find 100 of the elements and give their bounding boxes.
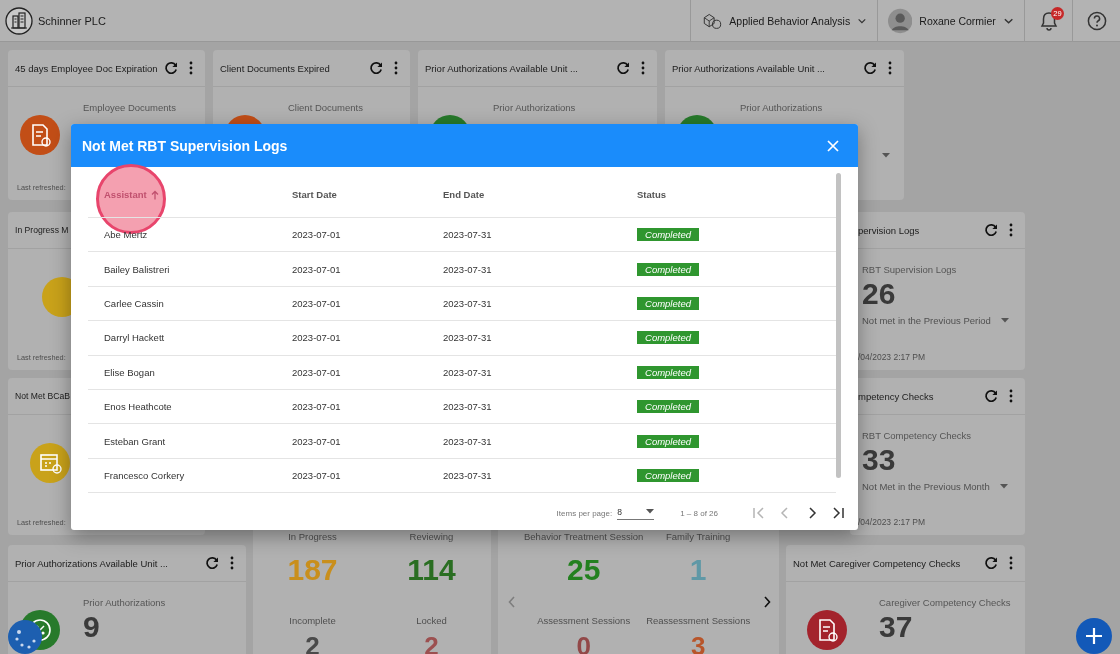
metric-label: Prior Authorizations: [493, 101, 577, 115]
stat-value: 114: [407, 553, 456, 587]
table-cell-text: 2023-07-31: [442, 229, 493, 241]
table-cell-text: Enos Heathcote: [103, 401, 173, 413]
table-cell-text: 2023-07-01: [291, 469, 342, 481]
scrollbar[interactable]: [836, 173, 841, 478]
period-label: Not Met in the Previous Month: [862, 481, 990, 492]
caret-down-icon[interactable]: [999, 484, 1008, 489]
metric-label: Prior Authorizations: [740, 101, 824, 115]
status-badge: Completed: [637, 434, 699, 448]
add-button[interactable]: [1076, 618, 1112, 654]
help-icon[interactable]: [1086, 10, 1107, 31]
refresh-icon[interactable]: [984, 223, 998, 237]
program-selector[interactable]: Applied Behavior Analysis: [690, 0, 877, 42]
menu-icon[interactable]: [189, 61, 193, 75]
card-title: Not Met BCaB: [15, 391, 70, 401]
table-cell-text: 2023-07-01: [291, 366, 342, 378]
dialog-title: Not Met RBT Supervision Logs: [82, 137, 288, 154]
column-header[interactable]: End Date: [427, 189, 621, 200]
refresh-icon[interactable]: [863, 61, 877, 75]
last-refreshed-text: /04/2023 2:17 PM: [858, 352, 926, 362]
card-title: mpetency Checks: [858, 390, 934, 402]
refresh-icon[interactable]: [616, 61, 630, 75]
caret-down-icon[interactable]: [882, 153, 890, 158]
refresh-icon[interactable]: [205, 556, 219, 570]
status-badge: Completed: [637, 262, 699, 276]
status-badge: Completed: [637, 468, 699, 482]
refresh-icon[interactable]: [984, 556, 998, 570]
card-title: Not Met Caregiver Competency Checks: [793, 557, 961, 569]
metric-label: Employee Documents: [83, 101, 177, 115]
table-cell-text: 2023-07-01: [291, 297, 342, 309]
table-cell-text: 2023-07-31: [442, 469, 493, 481]
metric-value: 9: [83, 610, 101, 644]
items-per-page-label: Items per page:: [556, 508, 613, 518]
metric-value: 37: [879, 610, 914, 644]
metric-label: RBT Supervision Logs: [862, 263, 958, 277]
stat-label: Reviewing: [409, 530, 454, 544]
table-cell-text: 2023-07-01: [291, 332, 342, 344]
table-cell-text: 2023-07-01: [291, 401, 342, 413]
caret-down-icon[interactable]: [1000, 318, 1009, 323]
close-icon[interactable]: [827, 139, 839, 152]
stat-label: Assessment Sessions: [537, 614, 631, 628]
menu-icon[interactable]: [888, 61, 892, 75]
column-header[interactable]: Status: [621, 189, 836, 200]
company-name: Schinner PLC: [38, 14, 106, 27]
caret-down-icon: [646, 509, 655, 515]
card-title: 45 days Employee Doc Expiration: [15, 62, 158, 74]
dots-button[interactable]: [8, 620, 42, 654]
menu-icon[interactable]: [1009, 223, 1013, 237]
table-cell-text: 2023-07-31: [442, 332, 493, 344]
table-cell-text: 2023-07-31: [442, 401, 493, 413]
table-cell-text: Esteban Grant: [103, 435, 167, 447]
stat-value: 187: [287, 553, 338, 587]
company-logo[interactable]: [5, 6, 33, 35]
metric-value: 33: [862, 443, 897, 477]
menu-icon[interactable]: [230, 556, 234, 570]
stat-label: Behavior Treatment Session: [524, 530, 644, 544]
page-size-select[interactable]: 8: [617, 506, 655, 520]
status-badge: Completed: [637, 365, 699, 379]
menu-icon[interactable]: [641, 61, 645, 75]
menu-icon[interactable]: [394, 61, 398, 75]
period-label: Not met in the Previous Period: [862, 315, 991, 326]
last-refreshed-text: /04/2023 2:17 PM: [858, 517, 926, 527]
stat-label: Reassessment Sessions: [646, 614, 751, 628]
card-title: Client Documents Expired: [220, 62, 330, 74]
stat-label: Family Training: [665, 530, 731, 544]
stat-value: 25: [567, 553, 601, 587]
user-menu[interactable]: Roxane Cormier: [877, 0, 1024, 42]
menu-icon[interactable]: [1009, 556, 1013, 570]
table-cell-text: Darryl Hackett: [103, 332, 166, 344]
avatar-icon: [888, 7, 913, 34]
metric-label: Prior Authorizations: [83, 596, 167, 610]
stat-label: Locked: [416, 614, 447, 628]
card-title: In Progress M: [15, 225, 69, 235]
metric-value: 26: [862, 277, 897, 311]
status-badge: Completed: [637, 228, 699, 242]
metric-label: RBT Competency Checks: [862, 429, 973, 443]
status-badge: Completed: [637, 296, 699, 310]
metric-label: Client Documents: [288, 101, 364, 115]
status-badge: Completed: [637, 400, 699, 414]
card-title: pervision Logs: [858, 224, 920, 236]
refresh-icon[interactable]: [984, 389, 998, 403]
table-cell-text: 2023-07-01: [291, 229, 342, 241]
menu-icon[interactable]: [1009, 389, 1013, 403]
chevron-right-icon[interactable]: [763, 596, 771, 608]
refresh-icon[interactable]: [164, 61, 178, 75]
table-cell-text: Elise Bogan: [103, 366, 156, 378]
card-title: Prior Authorizations Available Unit ...: [15, 557, 168, 569]
stat-value: 1: [689, 553, 707, 587]
column-header[interactable]: Start Date: [276, 189, 427, 200]
last-page-button[interactable]: [832, 506, 846, 521]
stat-label: Incomplete: [289, 614, 336, 628]
stat-label: In Progress: [288, 530, 337, 544]
table-cell-text: 2023-07-31: [442, 435, 493, 447]
card-title: Prior Authorizations Available Unit ...: [672, 62, 825, 74]
table-cell-text: Carlee Cassin: [103, 297, 165, 309]
status-badge: Completed: [637, 331, 699, 345]
refresh-icon[interactable]: [369, 61, 383, 75]
table-cell-text: 2023-07-31: [442, 297, 493, 309]
table-cell-text: Bailey Balistreri: [103, 263, 171, 275]
